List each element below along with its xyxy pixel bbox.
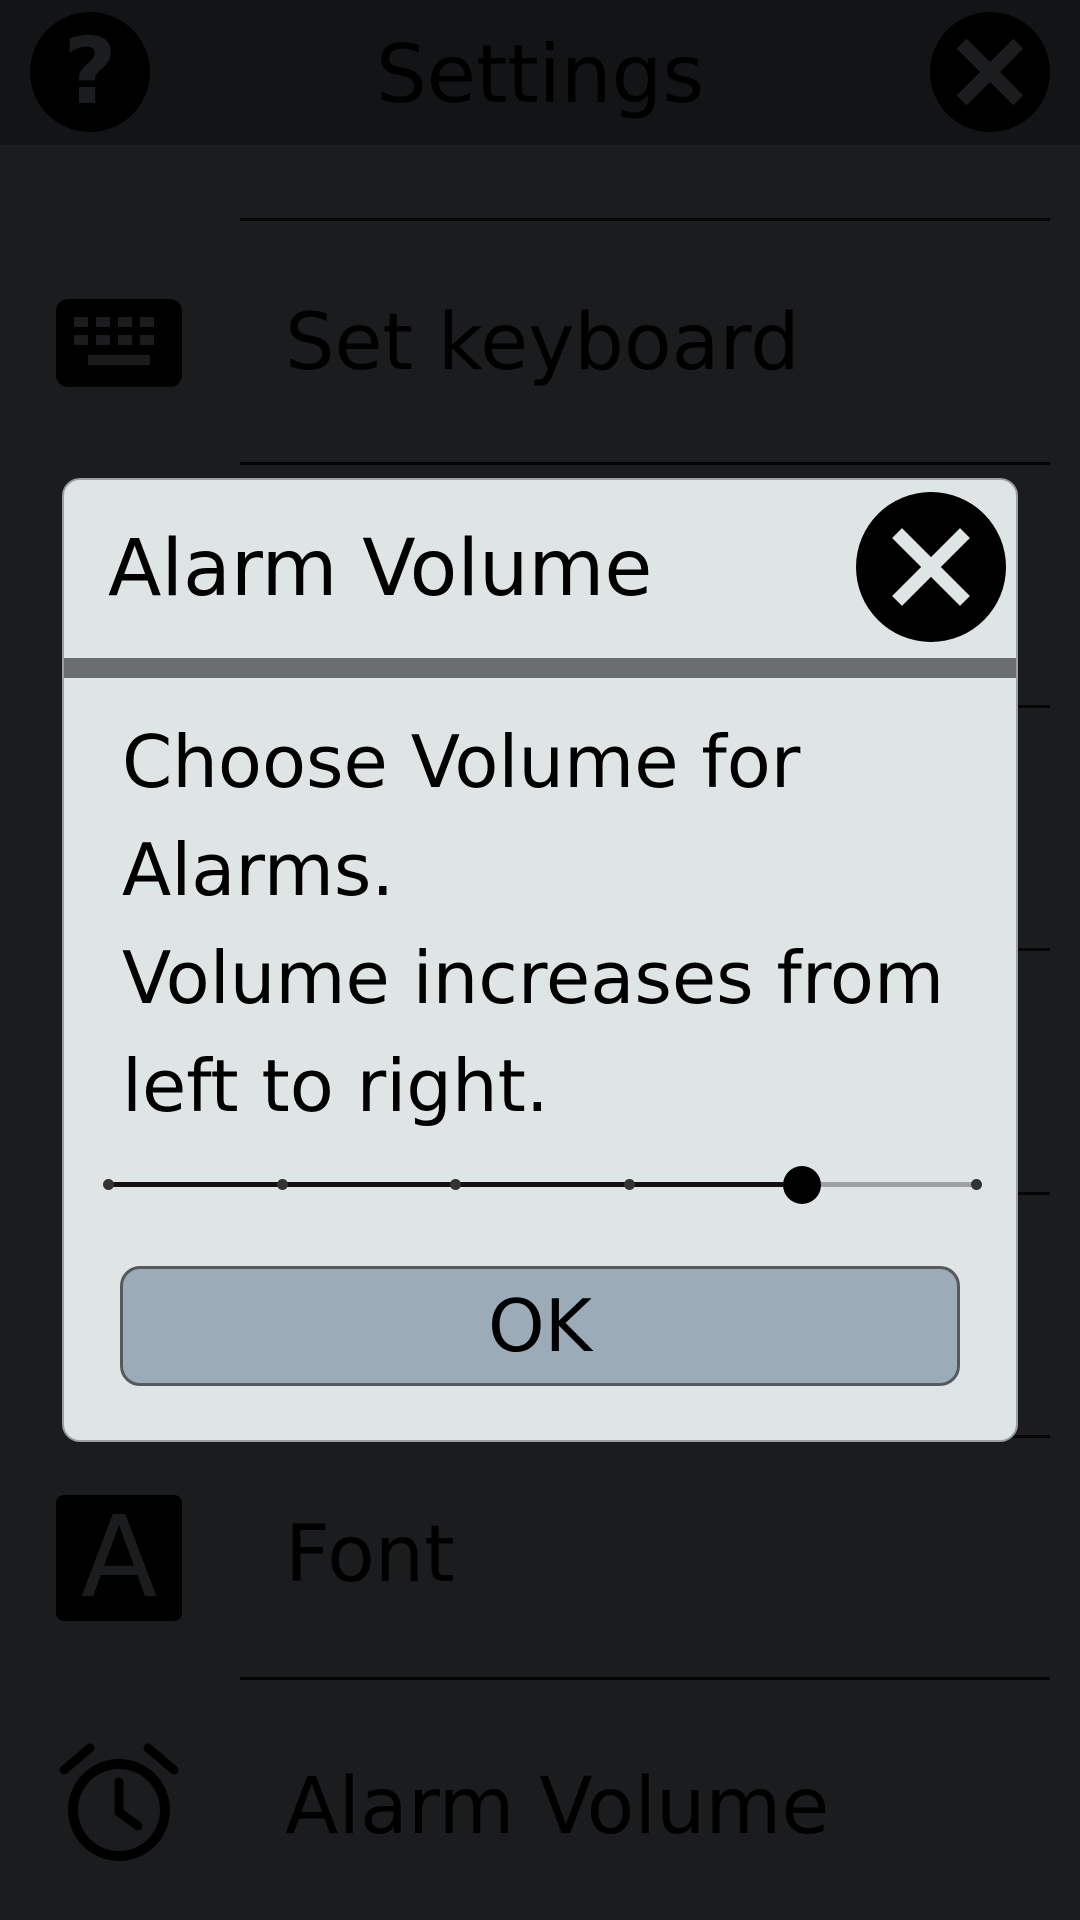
alarm-clock-icon [59, 1743, 179, 1861]
settings-item-set-keyboard[interactable]: Set keyboard [0, 225, 1080, 465]
ok-button[interactable]: OK [120, 1266, 960, 1386]
keyboard-icon [56, 299, 182, 387]
dialog-close-button[interactable] [856, 492, 1006, 642]
slider-tick [623, 1179, 635, 1190]
header-separator [64, 658, 1016, 678]
settings-item-font[interactable]: A Font [0, 1438, 1080, 1678]
divider [240, 218, 1050, 221]
dialog-message-line: Choose Volume for Alarms. [122, 720, 801, 912]
font-icon: A [56, 1495, 182, 1621]
close-icon [950, 32, 1030, 112]
dialog-message: Choose Volume for Alarms. Volume increas… [122, 708, 982, 1140]
slider-tick [971, 1179, 982, 1190]
slider-track-inactive [802, 1182, 976, 1187]
slider-thumb[interactable] [783, 1166, 822, 1204]
page-title: Settings [375, 28, 705, 121]
settings-item-alarm-volume[interactable]: Alarm Volume [0, 1680, 1080, 1920]
slider-tick [103, 1179, 114, 1190]
slider-tick [450, 1179, 462, 1190]
dialog-title: Alarm Volume [108, 524, 653, 614]
dialog-message-line: Volume increases from left to right. [122, 936, 945, 1128]
settings-item-label: Font [285, 1510, 455, 1600]
volume-slider[interactable] [103, 1160, 984, 1210]
top-bar: ? Settings [0, 0, 1080, 145]
close-icon [891, 527, 971, 607]
divider [240, 462, 1050, 465]
dialog-header: Alarm Volume [64, 480, 1016, 658]
settings-item-label: Alarm Volume [285, 1762, 830, 1852]
close-button[interactable] [930, 12, 1050, 132]
settings-item-label: Set keyboard [285, 298, 800, 388]
slider-tick [276, 1179, 288, 1190]
alarm-volume-dialog: Alarm Volume Choose Volume for Alarms. V… [62, 478, 1018, 1442]
